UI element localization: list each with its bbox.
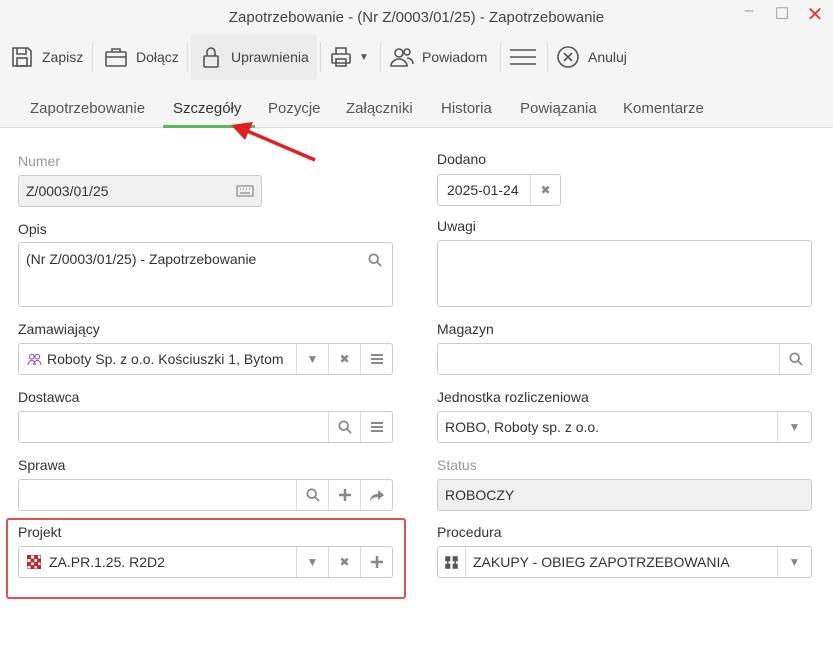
magazyn-field[interactable] xyxy=(437,343,812,375)
close-button[interactable]: ✕ xyxy=(804,2,826,27)
search-icon[interactable] xyxy=(779,344,811,374)
cancel-button[interactable]: Anuluj xyxy=(556,34,627,80)
toolbar-divider xyxy=(92,42,93,72)
search-icon[interactable] xyxy=(368,253,382,267)
toolbar-divider xyxy=(187,42,188,72)
keyboard-icon xyxy=(229,176,261,206)
jednostka-label: Jednostka rozliczeniowa xyxy=(437,389,589,405)
tab-szczegoly[interactable]: Szczegóły xyxy=(173,100,241,117)
permissions-button[interactable]: Uprawnienia xyxy=(191,34,317,80)
contractor-icon xyxy=(19,352,43,367)
zamawiajacy-field[interactable]: Roboty Sp. z o.o. Kościuszki 1, Bytom ▼ … xyxy=(18,343,393,375)
uwagi-label: Uwagi xyxy=(437,218,476,234)
dostawca-field[interactable] xyxy=(18,411,393,443)
users-icon xyxy=(390,48,414,67)
tab-powiazania[interactable]: Powiązania xyxy=(520,100,597,117)
search-icon[interactable] xyxy=(296,480,328,510)
dostawca-label: Dostawca xyxy=(18,389,80,405)
notify-label: Powiadom xyxy=(422,49,488,65)
hamburger-icon xyxy=(510,49,536,65)
opis-field[interactable]: (Nr Z/0003/01/25) - Zapotrzebowanie xyxy=(18,242,393,307)
plus-icon[interactable] xyxy=(328,480,360,510)
permissions-label: Uprawnienia xyxy=(231,49,309,65)
uwagi-field[interactable] xyxy=(437,240,812,307)
opis-label: Opis xyxy=(18,221,47,237)
toolbar-divider xyxy=(380,42,381,72)
chevron-down-icon[interactable]: ▼ xyxy=(777,412,811,442)
window-title: Zapotrzebowanie - (Nr Z/0003/01/25) - Za… xyxy=(228,9,605,26)
opis-value: (Nr Z/0003/01/25) - Zapotrzebowanie xyxy=(26,251,257,267)
chevron-down-icon[interactable]: ▼ xyxy=(296,344,328,374)
minimize-button[interactable]: – xyxy=(738,2,760,20)
list-icon[interactable] xyxy=(360,412,392,442)
jednostka-select[interactable]: ROBO, Roboty sp. z o.o. ▼ xyxy=(437,411,812,443)
tab-komentarze[interactable]: Komentarze xyxy=(623,100,704,117)
search-icon[interactable] xyxy=(328,412,360,442)
workflow-icon xyxy=(438,547,466,577)
chevron-down-icon[interactable]: ▼ xyxy=(777,547,811,577)
dodano-value: 2025-01-24 xyxy=(447,182,519,198)
save-label: Zapisz xyxy=(42,49,84,65)
numer-field: Z/0003/01/25 xyxy=(18,175,262,207)
status-field: ROBOCZY xyxy=(437,479,812,511)
save-button[interactable]: Zapisz xyxy=(10,34,83,80)
sprawa-field[interactable] xyxy=(18,479,393,511)
toolbar: Zapisz Dołącz Uprawnienia ▼ Powiadom Anu… xyxy=(0,34,833,80)
notify-button[interactable]: Powiadom xyxy=(390,34,487,80)
annotation-arrow xyxy=(231,122,316,162)
title-bar: Zapotrzebowanie - (Nr Z/0003/01/25) - Za… xyxy=(0,0,833,34)
tab-historia[interactable]: Historia xyxy=(441,100,492,117)
tab-zapotrzebowanie[interactable]: Zapotrzebowanie xyxy=(30,100,145,117)
printer-icon xyxy=(331,47,351,67)
close-circle-icon xyxy=(557,46,579,68)
list-icon[interactable] xyxy=(360,344,392,374)
attach-button[interactable]: Dołącz xyxy=(104,34,179,80)
annotation-highlight-box xyxy=(6,518,406,599)
briefcase-icon xyxy=(105,48,127,67)
forward-arrow-icon[interactable] xyxy=(360,480,392,510)
toolbar-divider xyxy=(320,42,321,72)
clear-icon[interactable]: ✖ xyxy=(530,175,560,205)
dodano-label: Dodano xyxy=(437,151,487,167)
zamawiajacy-value: Roboty Sp. z o.o. Kościuszki 1, Bytom xyxy=(47,351,284,367)
dodano-field[interactable]: 2025-01-24 ✖ xyxy=(437,174,561,206)
sprawa-label: Sprawa xyxy=(18,457,66,473)
tab-bar: Zapotrzebowanie Szczegóły Pozycje Załącz… xyxy=(0,80,833,128)
status-value: ROBOCZY xyxy=(445,487,515,503)
attach-label: Dołącz xyxy=(136,49,179,65)
padlock-icon xyxy=(203,47,219,68)
print-button[interactable]: ▼ xyxy=(329,34,369,80)
magazyn-label: Magazyn xyxy=(437,321,494,337)
toolbar-divider xyxy=(500,42,501,72)
clear-icon[interactable]: ✖ xyxy=(328,344,360,374)
tab-zalaczniki[interactable]: Załączniki xyxy=(346,100,413,117)
numer-value: Z/0003/01/25 xyxy=(26,183,109,199)
zamawiajacy-label: Zamawiający xyxy=(18,321,100,337)
status-label: Status xyxy=(437,457,477,473)
procedura-value: ZAKUPY - OBIEG ZAPOTRZEBOWANIA xyxy=(473,554,730,570)
chevron-down-icon[interactable]: ▼ xyxy=(359,52,369,63)
maximize-button[interactable]: ☐ xyxy=(771,4,793,24)
menu-button[interactable] xyxy=(509,34,537,80)
jednostka-value: ROBO, Roboty sp. z o.o. xyxy=(445,419,600,435)
procedura-select[interactable]: ZAKUPY - OBIEG ZAPOTRZEBOWANIA ▼ xyxy=(437,546,812,578)
tab-pozycje[interactable]: Pozycje xyxy=(268,100,321,117)
procedura-label: Procedura xyxy=(437,524,502,540)
cancel-label: Anuluj xyxy=(588,49,627,65)
numer-label: Numer xyxy=(18,153,61,169)
floppy-disk-icon xyxy=(12,47,32,67)
toolbar-divider xyxy=(547,42,548,72)
